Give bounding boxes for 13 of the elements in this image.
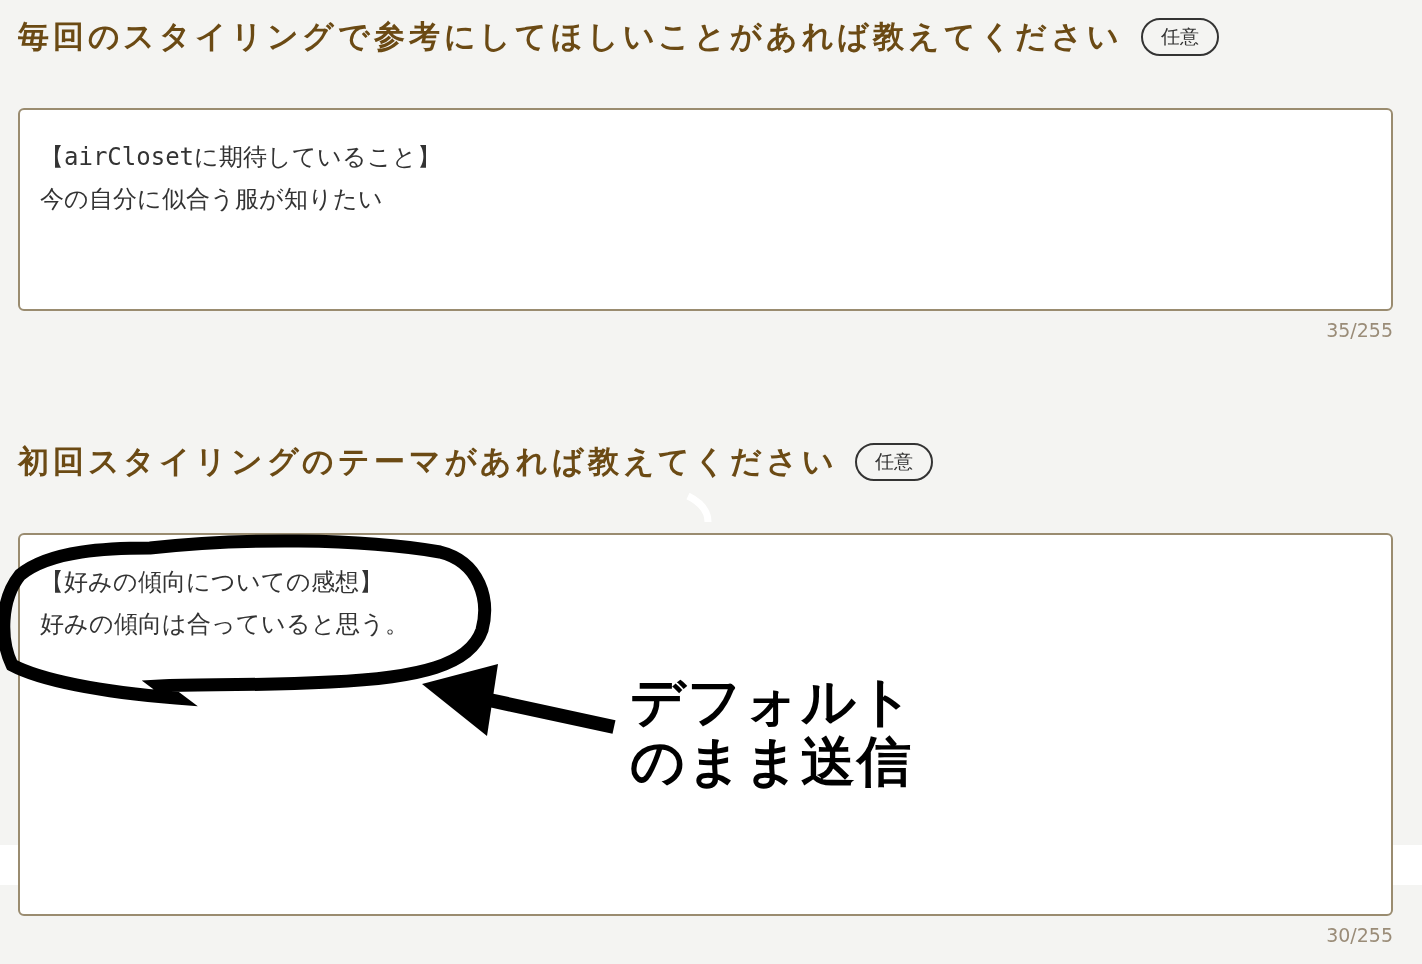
answer-text-line: 今の自分に似合う服が知りたい (40, 184, 383, 215)
annotation-note: デフォルト (630, 672, 915, 732)
answer-text-line: 【airClosetに期待していること】 (40, 142, 442, 173)
answer-text-line: 【好みの傾向についての感想】 (40, 567, 383, 598)
question-title: 初回スタイリングのテーマがあれば教えてください (18, 442, 838, 481)
optional-badge: 任意 (855, 443, 934, 481)
answer-field[interactable]: 【airClosetに期待していること】 今の自分に似合う服が知りたい (18, 108, 1393, 311)
optional-badge: 任意 (1140, 18, 1219, 56)
annotation-note: のまま送信 (630, 732, 913, 792)
character-counter: 35/255 (1326, 319, 1393, 341)
question-title: 毎回のスタイリングで参考にしてほしいことがあれば教えてください (18, 17, 1123, 56)
character-counter: 30/255 (1326, 924, 1393, 946)
answer-text-line: 好みの傾向は合っていると思う。 (40, 609, 409, 640)
